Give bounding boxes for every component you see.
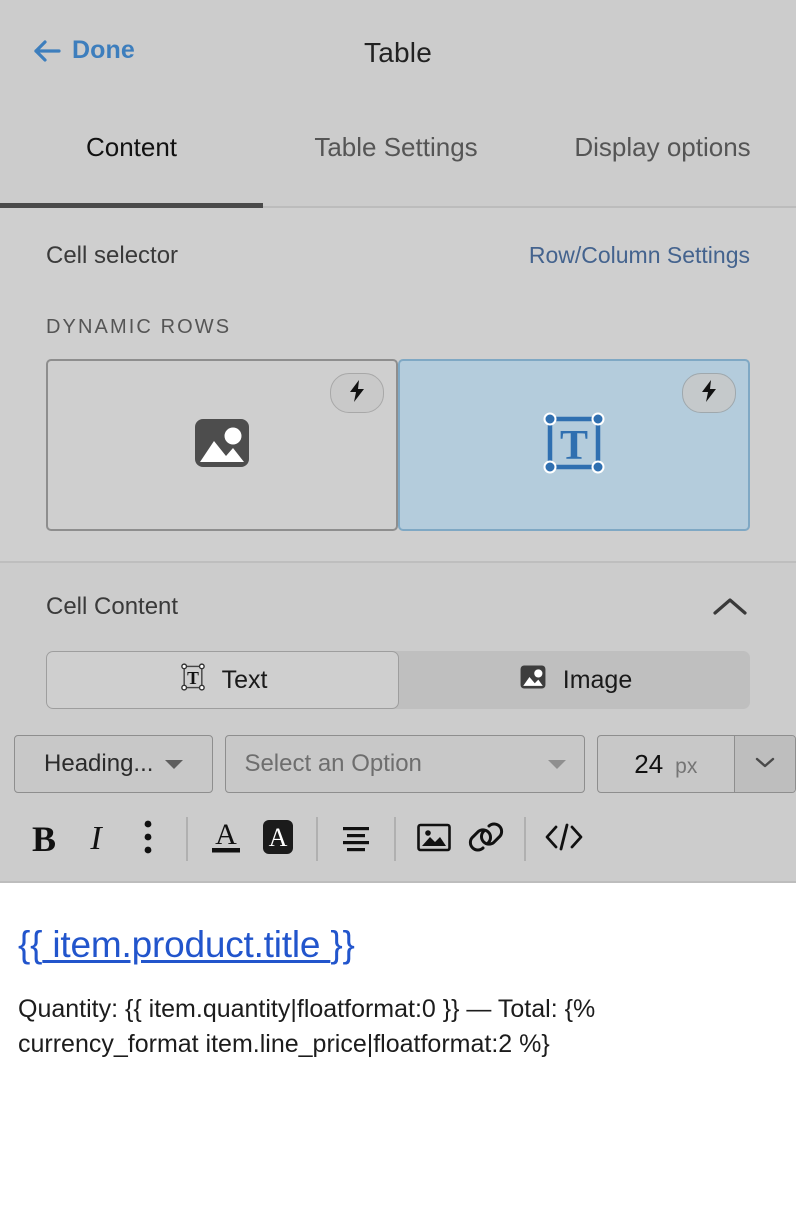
font-size-control[interactable]: 24 px xyxy=(597,735,796,793)
text-box-icon: T xyxy=(178,660,208,701)
text-color-icon: A xyxy=(206,815,246,864)
toggle-option-image[interactable]: Image xyxy=(399,651,750,709)
paragraph-style-dropdown[interactable]: Heading... xyxy=(14,735,213,793)
font-size-stepper[interactable] xyxy=(734,736,795,792)
toggle-option-text-label: Text xyxy=(222,666,268,695)
align-button[interactable] xyxy=(330,809,382,869)
table-editor-panel: Done Table Content Table Settings Displa… xyxy=(0,0,796,1212)
toolbar-divider xyxy=(394,817,396,861)
code-icon xyxy=(542,820,586,859)
editor-heading-prefix: {{ xyxy=(18,924,42,965)
editor-heading-suffix: }} xyxy=(330,924,354,965)
highlight-color-button[interactable]: A xyxy=(252,809,304,869)
insert-link-button[interactable] xyxy=(460,809,512,869)
text-box-icon: T xyxy=(536,405,612,486)
toolbar-divider xyxy=(316,817,318,861)
italic-icon: I xyxy=(90,820,101,858)
more-options-button[interactable] xyxy=(122,809,174,869)
svg-text:T: T xyxy=(187,668,199,688)
kebab-menu-icon xyxy=(143,817,153,862)
page-title: Table xyxy=(0,37,796,69)
toolbar-divider xyxy=(186,817,188,861)
svg-text:A: A xyxy=(215,818,237,851)
chevron-up-icon[interactable] xyxy=(708,593,752,621)
dynamic-rows-label: DYNAMIC ROWS xyxy=(0,270,796,339)
cell-item-image[interactable] xyxy=(46,359,398,531)
font-size-value: 24 xyxy=(634,749,663,780)
cell-selector-section: Cell selector Row/Column Settings DYNAMI… xyxy=(0,208,796,561)
bold-button[interactable]: B xyxy=(18,809,70,869)
row-column-settings-link[interactable]: Row/Column Settings xyxy=(529,242,750,269)
text-color-button[interactable]: A xyxy=(200,809,252,869)
italic-button[interactable]: I xyxy=(70,809,122,869)
editor-heading[interactable]: {{ item.product.title }} xyxy=(18,925,778,966)
cell-list: T xyxy=(0,339,796,531)
cell-item-text[interactable]: T xyxy=(398,359,750,531)
toolbar-divider xyxy=(524,817,526,861)
link-icon xyxy=(466,818,506,861)
lightning-bolt-icon xyxy=(700,379,718,408)
editor-paragraph[interactable]: Quantity: {{ item.quantity|floatformat:0… xyxy=(18,992,708,1063)
insert-image-button[interactable] xyxy=(408,809,460,869)
cell-content-title: Cell Content xyxy=(46,593,178,621)
cell-selector-header: Cell selector Row/Column Settings xyxy=(0,208,796,270)
svg-text:A: A xyxy=(269,823,288,852)
text-style-controls: Heading... Select an Option 24 px xyxy=(0,709,796,793)
dynamic-binding-badge[interactable] xyxy=(682,373,736,413)
chevron-down-icon xyxy=(752,754,778,775)
image-filled-icon xyxy=(186,407,258,484)
tab-display-options[interactable]: Display options xyxy=(529,112,796,208)
option-dropdown-placeholder: Select an Option xyxy=(244,750,421,778)
panel-header: Done Table xyxy=(0,0,796,112)
triangle-down-icon xyxy=(548,760,566,769)
font-size-unit: px xyxy=(675,755,697,779)
font-size-input[interactable]: 24 px xyxy=(598,749,734,780)
align-center-icon xyxy=(339,822,373,857)
highlight-color-icon: A xyxy=(258,816,298,863)
paragraph-style-value: Heading... xyxy=(44,750,153,778)
tab-content[interactable]: Content xyxy=(0,112,263,208)
bold-icon: B xyxy=(32,818,56,860)
dynamic-binding-badge[interactable] xyxy=(330,373,384,413)
image-outline-icon xyxy=(415,820,453,859)
tab-bar: Content Table Settings Display options xyxy=(0,112,796,208)
cell-content-header[interactable]: Cell Content xyxy=(0,563,796,621)
editor-heading-link[interactable]: item.product.title xyxy=(42,924,330,965)
toggle-option-text[interactable]: T Text xyxy=(46,651,399,709)
svg-text:T: T xyxy=(560,423,588,469)
format-toolbar: B I A xyxy=(0,793,796,881)
cell-content-section: Cell Content xyxy=(0,563,796,883)
option-dropdown[interactable]: Select an Option xyxy=(225,735,584,793)
image-filled-icon xyxy=(517,661,549,700)
cell-selector-label: Cell selector xyxy=(46,242,178,270)
lightning-bolt-icon xyxy=(348,379,366,408)
cell-content-type-toggle: T Text Image xyxy=(46,651,750,709)
triangle-down-icon xyxy=(165,760,183,769)
toggle-option-image-label: Image xyxy=(563,666,632,695)
source-code-button[interactable] xyxy=(538,809,590,869)
tab-table-settings[interactable]: Table Settings xyxy=(263,112,529,208)
rich-text-editor[interactable]: {{ item.product.title }} Quantity: {{ it… xyxy=(0,883,796,1212)
